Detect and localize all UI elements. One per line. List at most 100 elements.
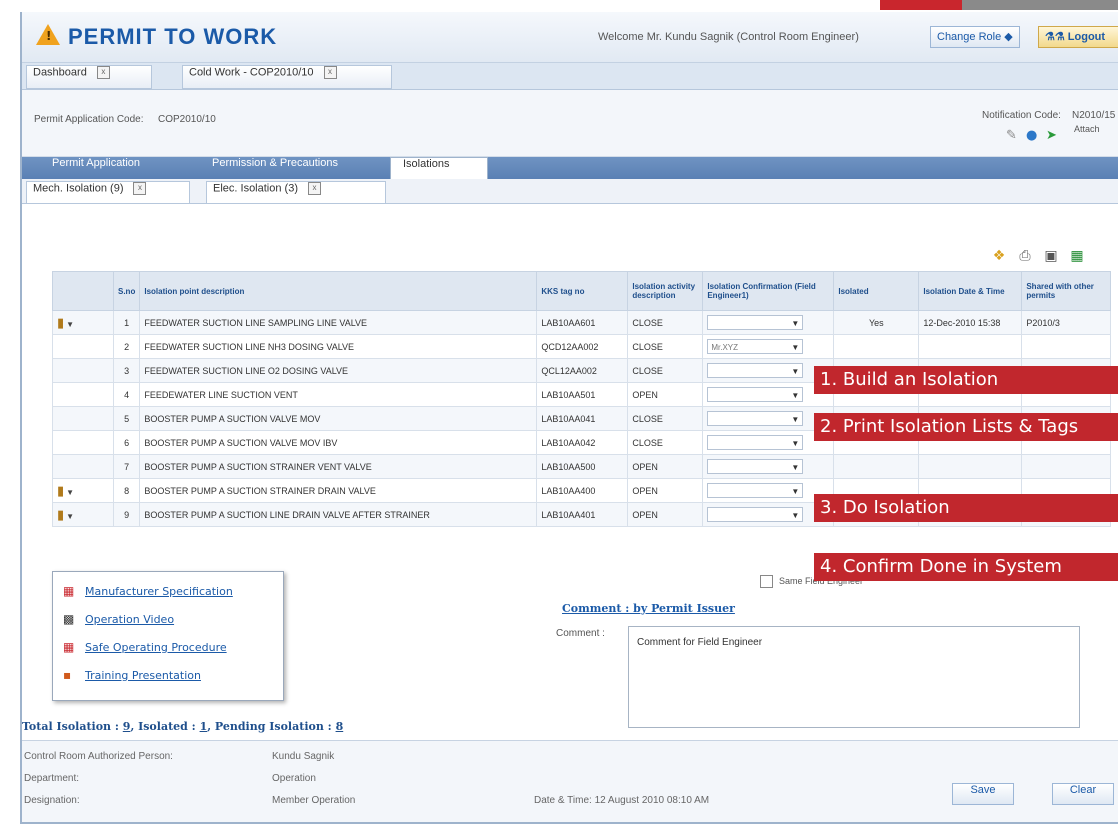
confirmation-select[interactable]: ▼ [707, 459, 804, 475]
menu-manufacturer-spec-label: Manufacturer Specification [85, 585, 233, 598]
row-menu-cell[interactable]: ▮ ▼ [52, 478, 114, 503]
confirmation-select[interactable]: ▼ [707, 315, 804, 331]
top-decoration-gray [962, 0, 1118, 10]
menu-operation-video[interactable]: ▩ Operation Video [63, 612, 174, 626]
close-icon[interactable]: x [323, 66, 337, 79]
datetime-text: Date & Time: 12 August 2010 08:10 AM [534, 795, 710, 806]
row-actions-icon[interactable]: ▮ ▼ [57, 483, 74, 499]
chevron-down-icon[interactable]: ▼ [791, 364, 799, 379]
cell-sno: 4 [112, 382, 141, 407]
tab-permit-application[interactable]: Permit Application [40, 157, 152, 179]
department-value: Operation [272, 773, 316, 784]
cell-desc: FEEDEWATER LINE SUCTION VENT [139, 382, 538, 407]
cell-activity: CLOSE [627, 406, 704, 431]
tag-icon[interactable]: ❖ [990, 247, 1008, 265]
table-row[interactable]: 7 BOOSTER PUMP A SUCTION STRAINER VENT VA… [52, 454, 1112, 479]
tab-elec-isolation[interactable]: Elec. Isolation (3) x [206, 181, 386, 203]
table-row[interactable]: 2 FEEDWATER SUCTION LINE NH3 DOSING VALVE… [52, 334, 1112, 359]
totals-pending[interactable]: 8 [336, 720, 344, 733]
tab-permission-precautions[interactable]: Permission & Precautions [200, 157, 350, 179]
confirmation-select[interactable]: Mr.XYZ ▼ [707, 339, 804, 355]
comment-title: Comment : by Permit Issuer [562, 602, 735, 615]
cell-confirm: ▼ [702, 310, 835, 335]
tab-mech-isolation-label: Mech. Isolation (9) [33, 182, 124, 195]
confirmation-select[interactable]: ▼ [707, 435, 804, 451]
change-role-button[interactable]: Change Role ◆ [930, 26, 1020, 48]
chevron-down-icon[interactable]: ▼ [791, 436, 799, 451]
cell-desc: FEEDWATER SUCTION LINE NH3 DOSING VALVE [139, 334, 538, 359]
cell-sno: 6 [112, 430, 141, 455]
cell-activity: OPEN [627, 478, 704, 503]
cell-activity: CLOSE [627, 430, 704, 455]
pin-icon[interactable]: ➤ [1046, 128, 1057, 143]
attach-label[interactable]: Attach [1074, 124, 1100, 134]
clear-button[interactable]: Clear [1052, 783, 1114, 805]
cell-activity: CLOSE [627, 334, 704, 359]
globe-icon[interactable]: ● [1026, 128, 1037, 143]
chevron-down-icon[interactable]: ▼ [791, 388, 799, 403]
confirmation-select[interactable]: ▼ [707, 411, 804, 427]
cell-sno: 3 [112, 358, 141, 383]
cell-shared [1021, 334, 1112, 359]
totals-prefix: Total Isolation : [22, 720, 123, 733]
chevron-down-icon[interactable]: ▼ [791, 484, 799, 499]
row-menu-cell [52, 358, 114, 383]
pdf-icon: ▦ [63, 640, 75, 654]
chevron-down-icon[interactable]: ▼ [791, 412, 799, 427]
save-button[interactable]: Save [952, 783, 1014, 805]
designation-label: Designation: [24, 795, 80, 806]
close-icon[interactable]: x [307, 182, 321, 195]
chevron-down-icon[interactable]: ▼ [791, 508, 799, 523]
cell-activity: OPEN [627, 454, 704, 479]
col-desc: Isolation point description [139, 271, 538, 311]
cell-datetime: 12-Dec-2010 15:38 [918, 310, 1023, 335]
close-icon[interactable]: x [96, 66, 110, 79]
cell-isolated: Yes [833, 310, 920, 335]
save-icon[interactable]: ▣ [1042, 247, 1060, 265]
cell-kks: LAB10AA400 [536, 478, 629, 503]
cell-desc: BOOSTER PUMP A SUCTION VALVE MOV IBV [139, 430, 538, 455]
cell-sno: 1 [112, 310, 141, 335]
footer-panel: Control Room Authorized Person: Kundu Sa… [22, 740, 1118, 822]
menu-manufacturer-spec[interactable]: ▦ Manufacturer Specification [63, 584, 233, 598]
tab-dashboard[interactable]: Dashboard x [26, 65, 152, 89]
tab-isolations[interactable]: Isolations [390, 157, 488, 181]
cell-sno: 2 [112, 334, 141, 359]
row-actions-icon[interactable]: ▮ ▼ [57, 315, 74, 331]
print-icon[interactable]: ⎙ [1016, 247, 1034, 265]
confirmation-select[interactable]: ▼ [707, 387, 804, 403]
welcome-text: Welcome Mr. Kundu Sagnik (Control Room E… [598, 31, 859, 43]
cell-kks: LAB10AA041 [536, 406, 629, 431]
menu-safe-procedure-label: Safe Operating Procedure [85, 641, 227, 654]
comment-textarea[interactable]: Comment for Field Engineer [628, 626, 1080, 728]
row-menu-cell[interactable]: ▮ ▼ [52, 502, 114, 527]
chevron-down-icon[interactable]: ▼ [791, 460, 799, 475]
cell-kks: LAB10AA401 [536, 502, 629, 527]
warning-logo-icon: ! [36, 24, 60, 45]
row-menu-cell[interactable]: ▮ ▼ [52, 310, 114, 335]
menu-safe-procedure[interactable]: ▦ Safe Operating Procedure [63, 640, 227, 654]
cell-confirm: Mr.XYZ ▼ [702, 334, 835, 359]
row-menu-cell [52, 382, 114, 407]
chevron-down-icon[interactable]: ▼ [791, 340, 799, 355]
close-icon[interactable]: x [133, 182, 147, 195]
menu-training-presentation[interactable]: ▪ Training Presentation [63, 668, 201, 682]
tab-mech-isolation[interactable]: Mech. Isolation (9) x [26, 181, 190, 203]
checkbox-icon[interactable] [760, 575, 773, 588]
cell-kks: QCL12AA002 [536, 358, 629, 383]
col-menu [52, 271, 114, 311]
table-row[interactable]: ▮ ▼ 1 FEEDWATER SUCTION LINE SAMPLING LINE … [52, 310, 1112, 335]
confirmation-select[interactable]: ▼ [707, 363, 804, 379]
logout-button[interactable]: ⚗⚗ Logout [1038, 26, 1118, 48]
isolation-tabs: Mech. Isolation (9) x Elec. Isolation (3)… [22, 179, 1118, 204]
chevron-down-icon[interactable]: ▼ [791, 316, 799, 331]
confirmation-select[interactable]: ▼ [707, 483, 804, 499]
tab-elec-isolation-label: Elec. Isolation (3) [213, 182, 298, 195]
pdf-icon: ▦ [63, 584, 75, 598]
edit-icon[interactable]: ✎ [1006, 128, 1017, 143]
row-actions-icon[interactable]: ▮ ▼ [57, 507, 74, 523]
confirmation-select[interactable]: ▼ [707, 507, 804, 523]
tab-cold-work[interactable]: Cold Work - COP2010/10 x [182, 65, 392, 89]
tab-cold-work-label: Cold Work - COP2010/10 [189, 66, 314, 79]
excel-icon[interactable]: ▦ [1068, 247, 1086, 265]
